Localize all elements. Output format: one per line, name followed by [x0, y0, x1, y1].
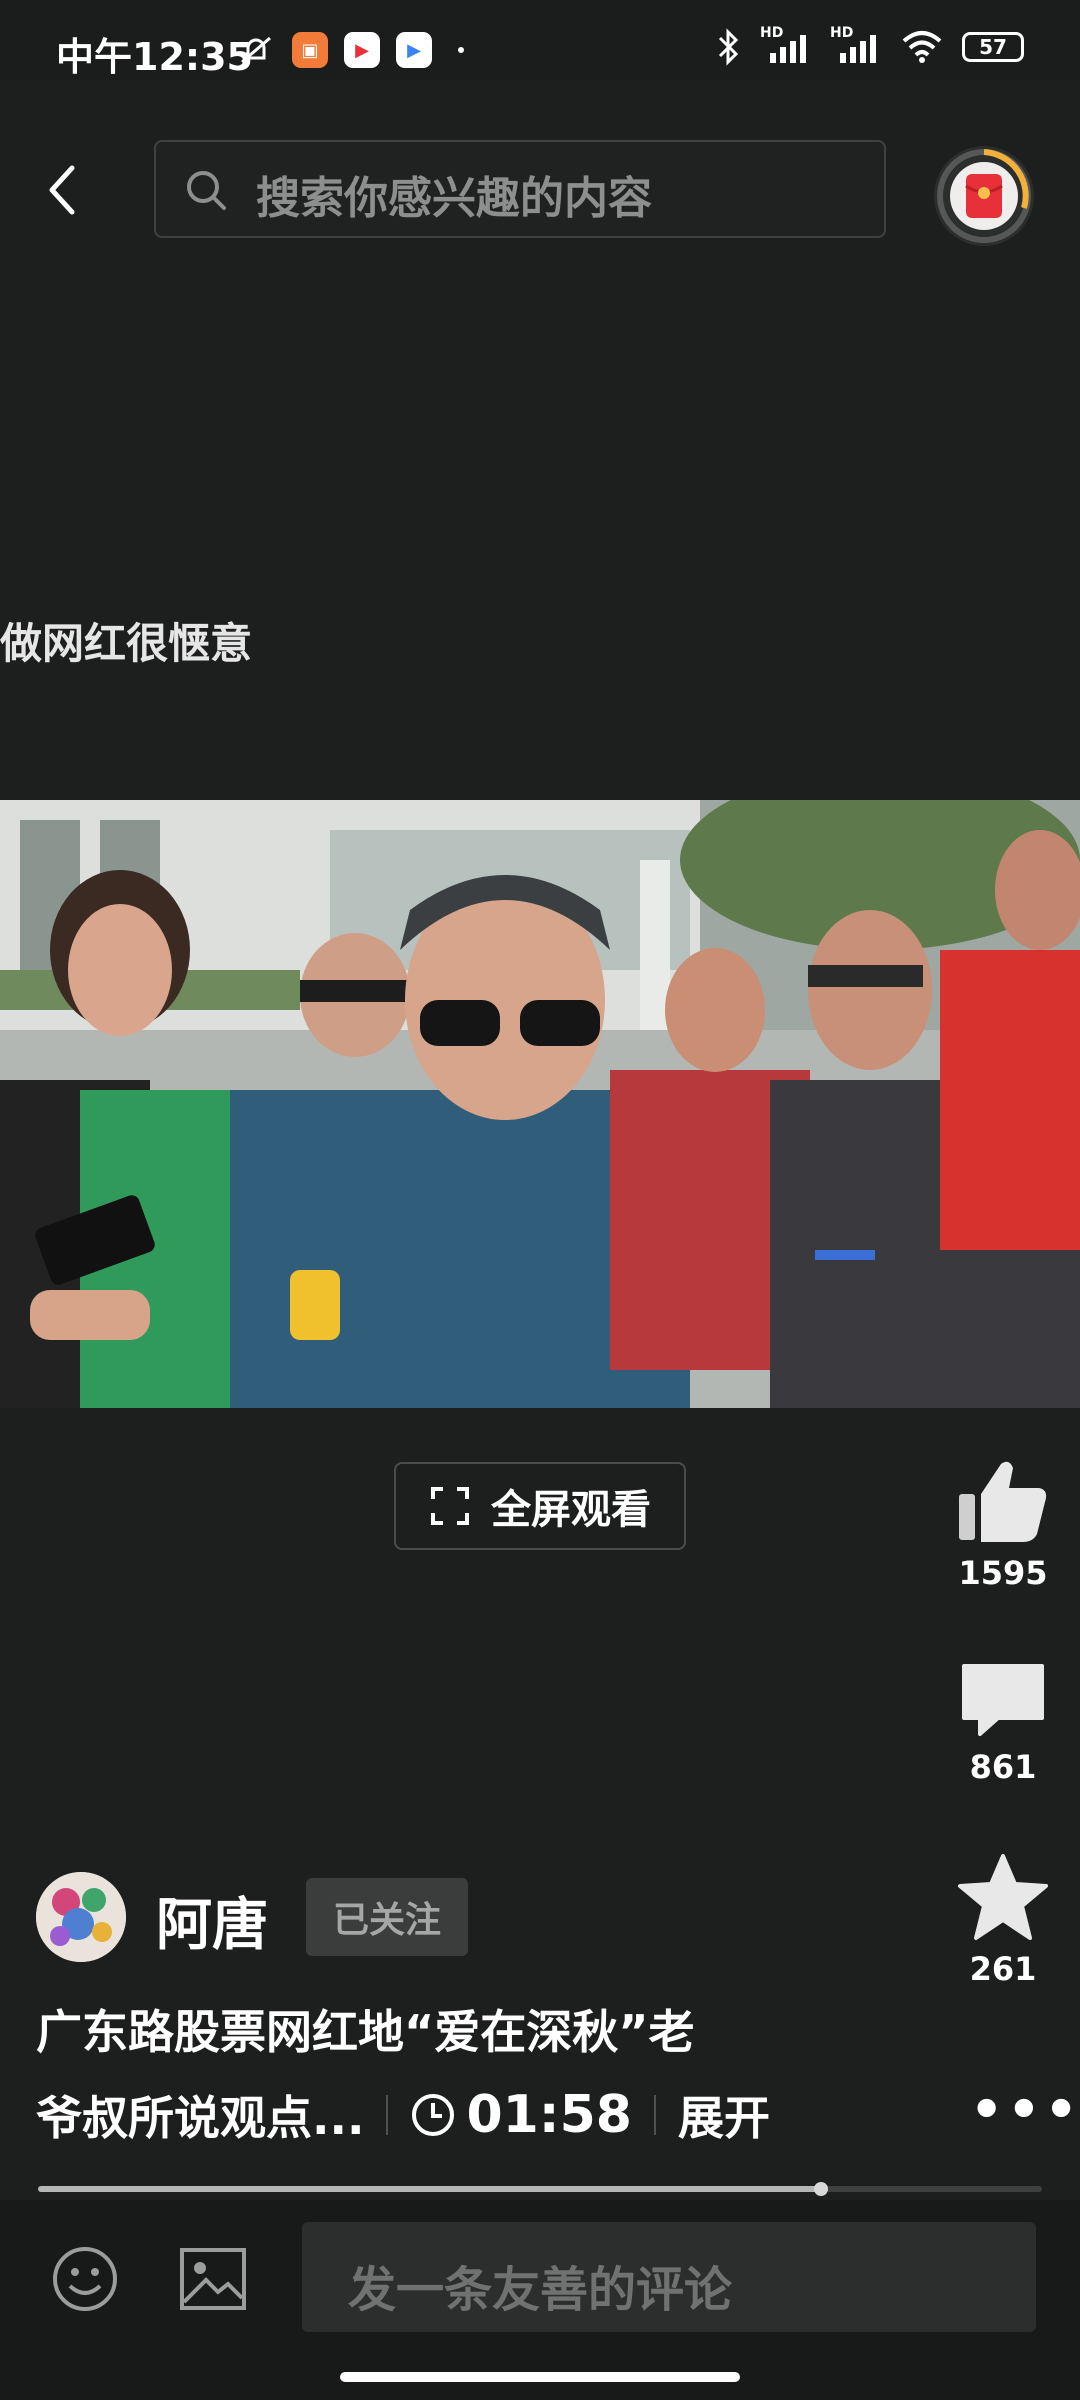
video-progress-bar[interactable]	[38, 2182, 1042, 2196]
author-avatar[interactable]	[36, 1872, 126, 1962]
like-button[interactable]: 1595	[946, 1456, 1060, 1592]
clock-icon	[412, 2094, 455, 2136]
comment-placeholder: 发一条友善的评论	[348, 2262, 733, 2318]
bluetooth-icon	[718, 28, 739, 66]
status-system-icons: HD HD 57	[716, 25, 1024, 66]
post-meta-row: 爷叔所说观点... 01:58 展开	[36, 2082, 770, 2148]
status-bar: 中午12:35 ▣ ▶ ▶ HD HD 57	[0, 0, 1080, 80]
emoji-icon[interactable]	[50, 2244, 120, 2314]
progress-thumb[interactable]	[814, 2182, 829, 2196]
signal-1-icon: HD	[760, 25, 812, 65]
status-time: 中午12:35	[56, 35, 253, 79]
expand-link[interactable]: 展开	[678, 2082, 770, 2148]
fullscreen-button[interactable]: 全屏观看	[394, 1462, 686, 1550]
post-title-line-1[interactable]: 广东路股票网红地“爱在深秋”老	[36, 1996, 694, 2062]
favorite-count: 261	[969, 1950, 1037, 1988]
star-icon	[958, 1854, 1048, 1940]
status-notification-icons: ▣ ▶ ▶	[236, 30, 464, 70]
like-count: 1595	[958, 1554, 1048, 1592]
fullscreen-icon	[431, 1487, 469, 1525]
separator	[653, 2095, 656, 2135]
comment-input[interactable]: 发一条友善的评论	[302, 2222, 1036, 2332]
separator	[386, 2095, 389, 2135]
wifi-icon	[902, 31, 942, 63]
comment-button[interactable]: 861	[946, 1660, 1060, 1786]
video-app-icon: ▶	[344, 32, 380, 68]
search-placeholder: 搜索你感兴趣的内容	[256, 173, 652, 224]
thumbs-up-icon	[959, 1461, 1047, 1542]
video-player[interactable]	[0, 800, 1080, 1408]
video-overlay-caption: 做网红很惬意	[0, 619, 253, 668]
more-notifications-dot	[458, 47, 464, 53]
comment-bubble-icon	[962, 1664, 1044, 1736]
red-envelope-icon	[937, 149, 1031, 243]
comment-count: 861	[969, 1748, 1037, 1786]
video-duration: 01:58	[466, 2085, 632, 2145]
image-icon[interactable]	[178, 2246, 248, 2312]
fullscreen-label: 全屏观看	[491, 1487, 651, 1533]
more-options-button[interactable]: •••	[970, 2080, 1080, 2140]
mute-bell-icon	[241, 36, 271, 64]
battery-indicator: 57	[962, 32, 1024, 62]
signal-2-icon: HD	[830, 25, 882, 65]
shopping-app-icon: ▣	[292, 32, 328, 68]
search-icon	[187, 171, 226, 210]
search-input[interactable]: 搜索你感兴趣的内容	[154, 140, 886, 238]
play-store-icon: ▶	[396, 32, 432, 68]
follow-status-button[interactable]: 已关注	[306, 1878, 468, 1956]
back-arrow-icon[interactable]	[40, 160, 84, 220]
post-title-line-2[interactable]: 爷叔所说观点...	[36, 2082, 364, 2148]
red-envelope-reward-button[interactable]	[934, 146, 1034, 246]
avatar-image	[36, 1872, 126, 1962]
progress-fill	[38, 2186, 822, 2192]
author-name[interactable]: 阿唐	[156, 1880, 268, 1961]
home-indicator[interactable]	[340, 2372, 740, 2382]
video-frame-image	[0, 800, 1080, 1408]
favorite-button[interactable]: 261	[946, 1852, 1060, 1988]
